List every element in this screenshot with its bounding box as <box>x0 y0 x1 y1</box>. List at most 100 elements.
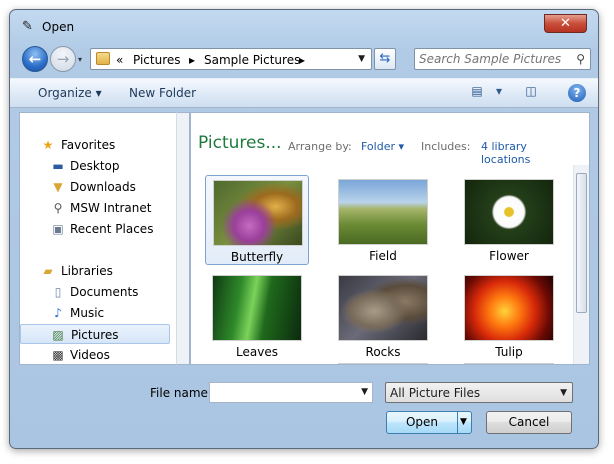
nav-pictures[interactable]: ▨ Pictures <box>20 324 170 344</box>
file-item-tulip[interactable]: Tulip <box>457 271 561 361</box>
pictures-icon: ▨ <box>52 328 64 342</box>
desktop-icon: ▬ <box>52 159 64 173</box>
breadcrumb-pictures[interactable]: Pictures <box>133 53 181 67</box>
file-type-dropdown-icon: ▼ <box>560 388 567 398</box>
open-dialog: ✎ Open ✕ ← → ▾ « Pictures ▸ Sample Pictu… <box>9 9 599 449</box>
breadcrumb-separator[interactable]: ▸ <box>299 53 305 67</box>
nav-videos[interactable]: ▩ Videos <box>20 345 170 364</box>
field-thumbnail <box>338 179 428 245</box>
nav-libraries-label: Libraries <box>61 264 113 278</box>
breadcrumb-sample-pictures[interactable]: Sample Pictures <box>204 53 300 67</box>
file-list-scrollbar[interactable] <box>573 165 589 364</box>
nav-desktop[interactable]: ▬ Desktop <box>20 156 170 176</box>
tulip-thumbnail <box>464 275 554 341</box>
network-icon: ⚲ <box>53 201 63 215</box>
nav-music-label: Music <box>70 306 105 320</box>
nav-msw-intranet[interactable]: ⚲ MSW Intranet <box>20 198 170 218</box>
search-input[interactable] <box>419 51 564 67</box>
forward-button[interactable]: → <box>50 46 76 72</box>
nav-videos-label: Videos <box>70 348 110 362</box>
search-icon[interactable]: ⚲ <box>576 52 585 66</box>
title-bar: ✎ Open ✕ <box>10 10 598 38</box>
cancel-button[interactable]: Cancel <box>486 411 572 434</box>
dialog-footer: File name: ▼ All Picture Files ▼ Open ▼ … <box>10 368 598 450</box>
nav-desktop-label: Desktop <box>70 159 120 173</box>
nav-documents-label: Documents <box>70 285 139 299</box>
file-item-partial-1[interactable] <box>331 359 435 364</box>
nav-msw-label: MSW Intranet <box>70 201 152 215</box>
file-name-tulip: Tulip <box>495 345 523 359</box>
recent-places-icon: ▣ <box>52 222 64 236</box>
history-dropdown-icon[interactable]: ▾ <box>78 55 82 64</box>
search-box[interactable]: ⚲ <box>414 48 591 70</box>
flower-thumbnail <box>464 179 554 245</box>
help-icon[interactable]: ? <box>568 84 586 102</box>
organize-button[interactable]: Organize ▾ <box>38 86 102 100</box>
library-locations-link[interactable]: 4 library locations <box>481 140 573 166</box>
file-name-rocks: Rocks <box>365 345 401 359</box>
nav-libraries[interactable]: ▰ Libraries <box>20 261 170 281</box>
documents-icon: ▯ <box>54 285 62 299</box>
refresh-button[interactable]: ⇆ <box>374 48 396 70</box>
nav-documents[interactable]: ▯ Documents <box>20 282 170 302</box>
file-item-rocks[interactable]: Rocks <box>331 271 435 361</box>
arrange-by-dropdown[interactable]: Folder ▾ <box>361 140 404 153</box>
arrange-by-label: Arrange by: <box>288 140 352 153</box>
address-bar[interactable]: « Pictures ▸ Sample Pictures ▸ ▼ <box>90 48 372 70</box>
app-icon: ✎ <box>22 19 33 34</box>
music-icon: ♪ <box>54 306 62 320</box>
libraries-icon: ▰ <box>43 264 53 278</box>
new-folder-button[interactable]: New Folder <box>129 86 196 100</box>
file-item-flower[interactable]: Flower <box>457 175 561 265</box>
breadcrumb-separator[interactable]: ▸ <box>189 53 195 67</box>
close-button[interactable]: ✕ <box>544 14 587 33</box>
file-item-leaves[interactable]: Leaves <box>205 271 309 361</box>
views-dropdown-icon[interactable]: ▾ <box>488 84 510 102</box>
star-icon: ★ <box>42 138 54 152</box>
file-name-label: File name: <box>150 386 212 400</box>
file-name-flower: Flower <box>489 249 529 263</box>
file-list: Pictures... Arrange by: Folder ▾ Include… <box>190 112 590 365</box>
navigation-scrollbar[interactable] <box>176 112 190 365</box>
partial-thumbnail <box>464 363 554 364</box>
address-dropdown-icon[interactable]: ▼ <box>358 54 365 64</box>
nav-downloads[interactable]: ▼ Downloads <box>20 177 170 197</box>
includes-label: Includes: <box>421 140 471 153</box>
rocks-thumbnail <box>338 275 428 341</box>
nav-favorites-label: Favorites <box>61 138 116 152</box>
nav-downloads-label: Downloads <box>70 180 136 194</box>
library-header: Pictures... Arrange by: Folder ▾ Include… <box>191 113 573 166</box>
open-label: Open <box>405 415 439 429</box>
file-name-leaves: Leaves <box>236 345 278 359</box>
scroll-thumb[interactable] <box>576 173 587 313</box>
command-bar: Organize ▾ New Folder ▤ ▾ ◫ ? <box>10 78 598 108</box>
leaves-thumbnail <box>212 275 302 341</box>
back-button[interactable]: ← <box>22 46 48 72</box>
partial-thumbnail <box>338 363 428 364</box>
file-name-butterfly: Butterfly <box>230 250 284 264</box>
file-type-select[interactable]: All Picture Files ▼ <box>385 382 573 403</box>
open-button[interactable]: Open ▼ <box>386 411 472 434</box>
navigation-pane: ★ Favorites ▬ Desktop ▼ Downloads ⚲ MSW … <box>19 112 176 365</box>
file-name-field: Field <box>369 249 397 263</box>
videos-icon: ▩ <box>52 348 64 362</box>
file-item-butterfly[interactable]: Butterfly <box>205 175 309 265</box>
nav-pictures-label: Pictures <box>71 328 119 342</box>
navigation-row: ← → ▾ « Pictures ▸ Sample Pictures ▸ ▼ ⇆… <box>10 43 598 75</box>
views-icon[interactable]: ▤ <box>466 84 488 102</box>
nav-favorites[interactable]: ★ Favorites <box>20 135 170 155</box>
window-title: Open <box>42 20 75 34</box>
file-name-dropdown-icon[interactable]: ▼ <box>361 387 368 397</box>
breadcrumb-overflow[interactable]: « <box>116 53 123 67</box>
open-split-divider <box>457 412 458 433</box>
folder-icon <box>96 52 110 65</box>
nav-recent-places[interactable]: ▣ Recent Places <box>20 219 170 239</box>
nav-music[interactable]: ♪ Music <box>20 303 170 323</box>
preview-pane-icon[interactable]: ◫ <box>520 84 542 102</box>
butterfly-thumbnail <box>213 180 303 246</box>
file-item-partial-2[interactable] <box>457 359 561 364</box>
file-item-field[interactable]: Field <box>331 175 435 265</box>
open-dropdown-icon[interactable]: ▼ <box>460 412 467 433</box>
file-name-input[interactable]: ▼ <box>209 382 373 403</box>
nav-recent-label: Recent Places <box>70 222 154 236</box>
